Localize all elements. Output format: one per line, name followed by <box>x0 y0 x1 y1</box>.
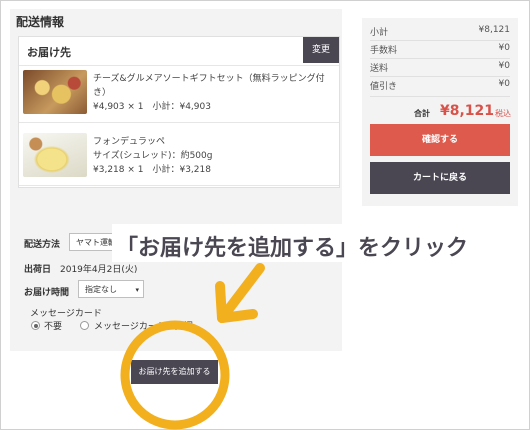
highlight-circle <box>120 320 230 430</box>
annotation-overlay <box>120 263 265 430</box>
arrow-icon <box>215 263 265 323</box>
